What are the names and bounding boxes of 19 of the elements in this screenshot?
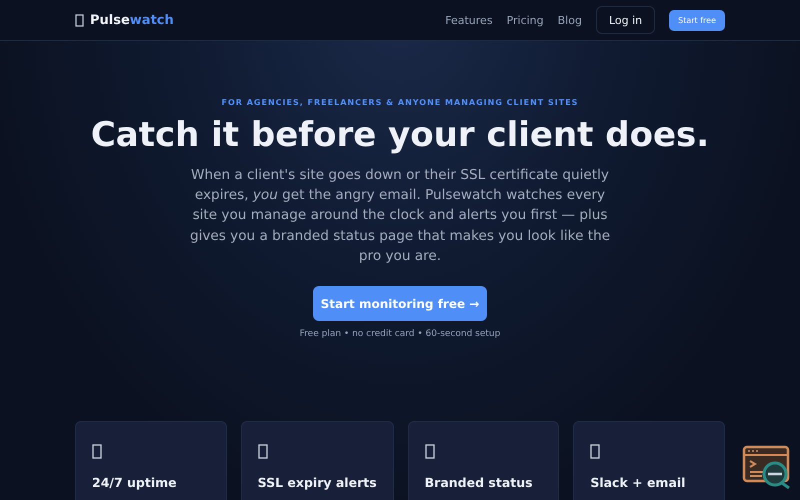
logo[interactable]: Pulsewatch — [90, 12, 174, 28]
hero-title: Catch it before your client does. — [90, 115, 710, 155]
feature-icon — [258, 444, 268, 460]
nav-link[interactable]: Pricing — [506, 14, 544, 26]
feature-icon — [92, 444, 102, 460]
feature-icon — [590, 444, 600, 460]
feature-title: Branded status — [424, 474, 534, 492]
logo-icon — [75, 14, 84, 26]
terminal-search-icon[interactable] — [742, 445, 792, 489]
login-button[interactable]: Log in — [596, 6, 656, 34]
nav-link[interactable]: Blog — [558, 14, 582, 26]
hero-text: When a client's site goes down or their SSL certificate quietly expires, you get the angry email. Pulsewatch watches every site you manage around the clock and alerts you first — plus gives you a branded status page that makes you look like the pro you are. — [188, 166, 612, 266]
feature-title: Slack + email — [590, 474, 686, 492]
signup-note: Free plan • no credit card • 60-second setup — [300, 329, 500, 340]
eyebrow: FOR AGENCIES, FREELANCERS & ANYONE MANAGING CLIENT SITES — [222, 98, 578, 107]
nav-link[interactable]: Features — [445, 14, 493, 26]
feature-title: 24/7 uptime — [92, 474, 178, 492]
feature-icon — [424, 444, 435, 460]
feature-title: SSL expiry alerts — [258, 474, 377, 492]
